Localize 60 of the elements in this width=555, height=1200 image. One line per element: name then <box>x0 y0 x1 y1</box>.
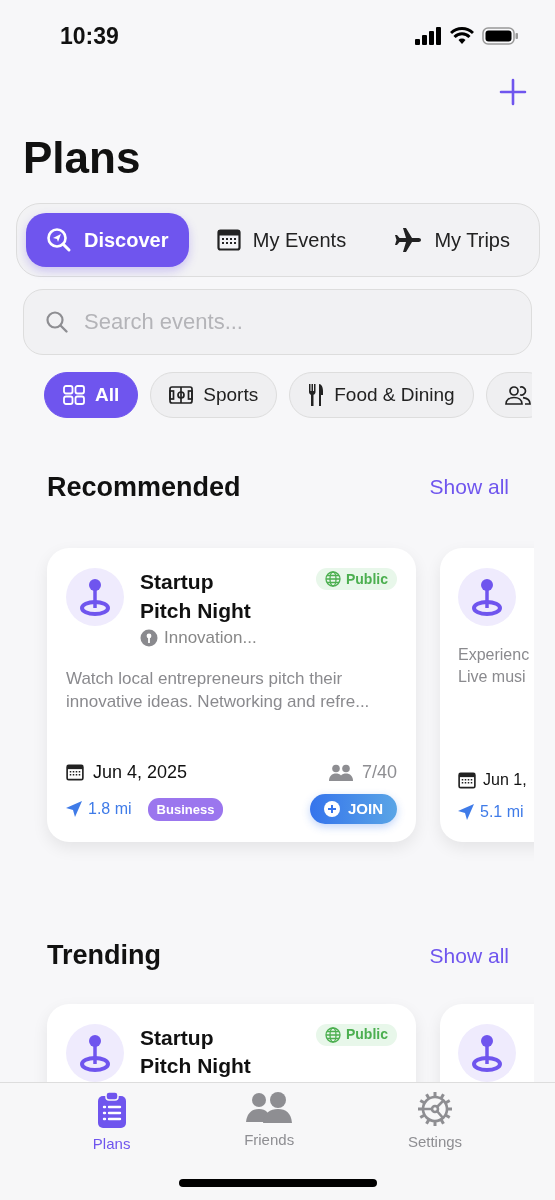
section-title: Recommended <box>47 470 241 504</box>
field-icon <box>169 385 194 404</box>
event-title: Startup Pitch Night <box>140 569 252 624</box>
clipboard-list-icon <box>96 1091 127 1129</box>
attendee-count: 7/40 <box>361 761 397 785</box>
show-all-link[interactable]: Show all <box>429 939 509 972</box>
navigation-arrow-icon <box>66 801 82 818</box>
segment-tab[interactable]: My Trips <box>374 212 530 267</box>
navigation-arrow-icon <box>458 804 474 821</box>
filter-chip[interactable]: Sports <box>150 371 278 418</box>
event-card[interactable]: Experienc Live musi Jun 1, 5.1 mi <box>440 548 534 843</box>
gear-icon <box>417 1091 453 1127</box>
wifi-icon <box>450 27 474 45</box>
time: 10:39 <box>60 21 119 51</box>
signal-icon <box>415 27 442 45</box>
event-description: Experienc Live musi <box>458 645 531 687</box>
segment-tab[interactable]: My Events <box>196 212 367 267</box>
tab-bar-item[interactable]: Settings <box>401 1087 469 1160</box>
calendar-icon <box>458 771 476 789</box>
filter-chip[interactable]: Food & Dining <box>289 371 474 418</box>
globe-icon <box>325 1026 341 1043</box>
airplane-icon <box>394 227 423 252</box>
search-icon <box>45 309 69 334</box>
filter-chip[interactable]: All <box>44 371 139 418</box>
compass-search-icon <box>46 226 72 253</box>
people-icon <box>246 1091 293 1125</box>
event-date: Jun 1, <box>483 770 527 791</box>
calendar-icon <box>66 764 84 782</box>
pin-icon <box>140 628 158 647</box>
visibility-label: Public <box>346 1025 388 1045</box>
event-card[interactable]: Startup Pitch Night Public <box>47 1003 416 1082</box>
fork-knife-icon <box>308 382 325 407</box>
show-all-link[interactable]: Show all <box>429 471 509 503</box>
section-title: Trending <box>47 939 161 973</box>
venue-name: Innovation... <box>164 627 257 649</box>
distance-label: 5.1 mi <box>480 802 524 823</box>
people-icon <box>504 384 531 405</box>
event-title: Startup Pitch Night <box>140 1024 252 1080</box>
tab-bar-item[interactable]: Plans <box>86 1087 137 1160</box>
event-card[interactable]: Startup Pitch Night Innovation... Public Watch local entrepreneurs pitch their innovative ideas. Networking and refre... Jun 4, 2025 7/40 1.8 mi Business JOIN <box>47 548 416 843</box>
plus-circle-icon <box>324 801 340 818</box>
event-description: Watch local entrepreneurs pitch their innovative ideas. Networking and refre... <box>66 668 371 714</box>
category-tag: Business <box>147 797 224 822</box>
segment-tab[interactable]: Discover <box>26 212 189 267</box>
calendar-icon <box>216 228 241 251</box>
people-icon <box>328 763 353 782</box>
join-button[interactable]: JOIN <box>310 794 397 825</box>
location-pin-icon <box>66 568 124 627</box>
location-pin-icon <box>458 568 516 627</box>
page-title: Plans <box>23 132 142 184</box>
battery-icon <box>482 27 519 45</box>
visibility-label: Public <box>346 569 388 589</box>
globe-icon <box>325 571 341 588</box>
filter-chip[interactable] <box>485 371 532 418</box>
distance-label: 1.8 mi <box>88 799 132 820</box>
search-field[interactable]: Search events... <box>23 288 532 355</box>
tab-bar-item[interactable]: Friends <box>238 1087 301 1160</box>
plus-icon <box>499 78 527 106</box>
grid-icon <box>63 384 85 405</box>
event-date: Jun 4, 2025 <box>93 761 188 785</box>
